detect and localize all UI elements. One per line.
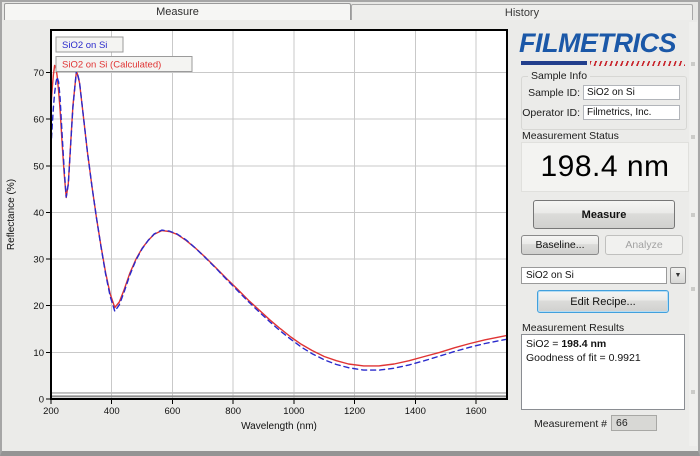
app-window: Measure History 200400600800100012001400…	[0, 0, 700, 456]
control-panel: FILMETRICS Sample Info Sample ID: Operat…	[515, 20, 693, 452]
svg-text:1200: 1200	[344, 406, 365, 417]
logo-underline	[521, 61, 685, 67]
logo-blue-bar	[521, 61, 587, 65]
svg-text:1000: 1000	[283, 406, 304, 417]
gripper-dot	[691, 62, 695, 66]
sample-id-input[interactable]	[583, 85, 680, 100]
svg-text:600: 600	[165, 406, 181, 417]
gripper-dot	[691, 287, 695, 291]
svg-text:30: 30	[33, 255, 44, 266]
svg-text:Wavelength (nm): Wavelength (nm)	[241, 421, 317, 432]
edit-recipe-button[interactable]: Edit Recipe...	[537, 290, 669, 313]
measurement-status-panel: 198.4 nm	[521, 142, 689, 192]
svg-text:Reflectance (%): Reflectance (%)	[6, 179, 17, 250]
gripper-dot	[691, 390, 695, 394]
logo-red-hatch	[590, 61, 685, 66]
svg-text:40: 40	[33, 208, 44, 219]
svg-text:10: 10	[33, 348, 44, 359]
svg-text:20: 20	[33, 301, 44, 312]
measurement-results-box: SiO2 = 198.4 nm Goodness of fit = 0.9921	[521, 334, 685, 410]
svg-text:1600: 1600	[465, 406, 486, 417]
result-gof-line: Goodness of fit = 0.9921	[526, 351, 680, 365]
operator-id-input[interactable]	[583, 105, 680, 120]
filmetrics-logo: FILMETRICS	[519, 28, 689, 59]
svg-text:60: 60	[33, 115, 44, 126]
svg-text:800: 800	[225, 406, 241, 417]
svg-text:200: 200	[43, 406, 59, 417]
tab-strip: Measure History	[0, 0, 700, 20]
measurement-status-label: Measurement Status	[522, 130, 619, 142]
thickness-readout: 198.4 nm	[540, 150, 669, 184]
tab-history[interactable]: History	[351, 4, 693, 20]
svg-text:SiO2 on Si (Calculated): SiO2 on Si (Calculated)	[62, 60, 161, 71]
recipe-dropdown-arrow-icon[interactable]: ▼	[670, 267, 686, 284]
svg-text:400: 400	[104, 406, 120, 417]
result-thickness-value: 198.4 nm	[561, 338, 606, 350]
measurement-number-label: Measurement #	[529, 418, 607, 430]
analyze-button[interactable]: Analyze	[605, 235, 683, 255]
result-thickness-line: SiO2 = 198.4 nm	[526, 337, 680, 351]
measurement-number-field: 66	[611, 415, 657, 431]
measurement-results-label: Measurement Results	[522, 322, 624, 334]
gripper-dot	[691, 135, 695, 139]
sample-info-title: Sample Info	[528, 70, 590, 82]
svg-text:1400: 1400	[405, 406, 426, 417]
baseline-button[interactable]: Baseline...	[521, 235, 599, 255]
svg-text:0: 0	[39, 395, 44, 406]
svg-text:SiO2 on Si: SiO2 on Si	[62, 40, 107, 51]
svg-text:70: 70	[33, 68, 44, 79]
svg-text:50: 50	[33, 161, 44, 172]
panel-splitter[interactable]	[689, 22, 697, 446]
tab-measure[interactable]: Measure	[4, 3, 351, 20]
recipe-select[interactable]: SiO2 on Si	[521, 267, 667, 284]
reflectance-spectrum-chart[interactable]: 200 400 600 800 1000 1200 1400 1600 0 10 20 30 40 50 6…	[0, 20, 515, 452]
sample-id-label: Sample ID:	[522, 87, 580, 99]
operator-id-label: Operator ID:	[522, 107, 580, 119]
measure-button[interactable]: Measure	[533, 200, 675, 229]
gripper-dot	[691, 213, 695, 217]
sample-info-group: Sample Info Sample ID: Operator ID:	[521, 76, 687, 130]
